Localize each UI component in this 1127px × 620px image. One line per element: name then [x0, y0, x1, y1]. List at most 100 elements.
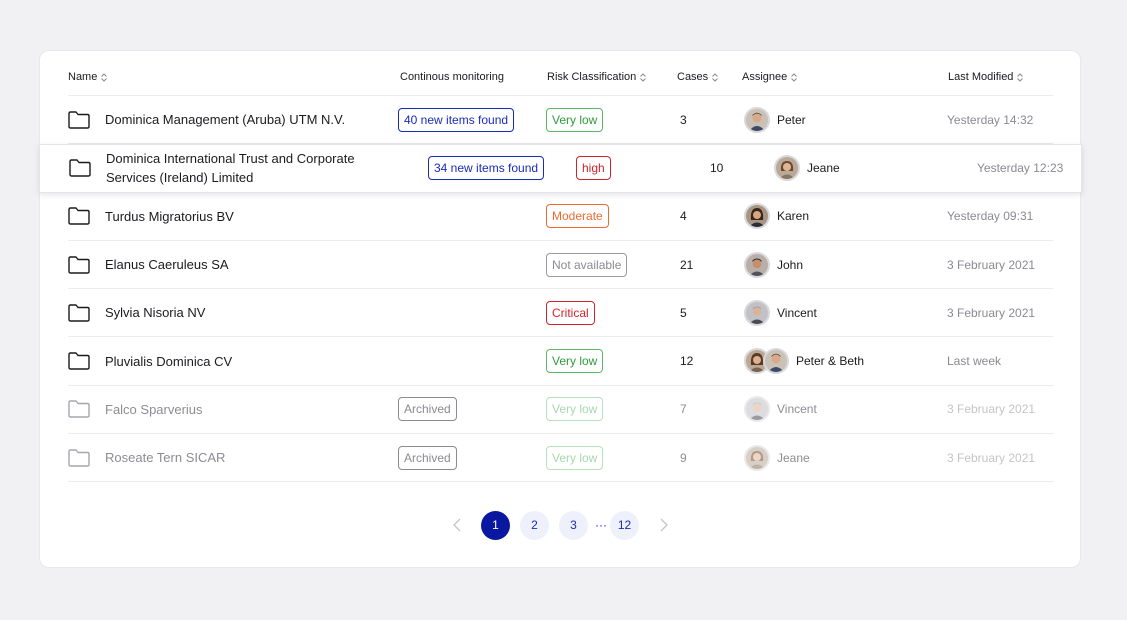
cases-table: Name Continous monitoring Risk Classific…: [39, 51, 1082, 483]
sort-icon[interactable]: [101, 72, 108, 82]
assignee-name: Karen: [777, 209, 810, 224]
last-modified: 3 February 2021: [947, 257, 1036, 272]
column-header-label: Last Modified: [948, 71, 1014, 83]
page-button-2[interactable]: 2: [520, 510, 549, 540]
risk-badge: Critical: [546, 300, 595, 325]
monitoring-badge[interactable]: 34 new items found: [428, 156, 545, 181]
sort-icon[interactable]: [640, 72, 647, 82]
table-row[interactable]: Turdus Migratorius BV Moderate 4 Karen Y…: [68, 193, 1053, 241]
archived-badge: Archived: [398, 397, 457, 422]
chevron-right-icon[interactable]: [649, 511, 678, 540]
column-header-assignee[interactable]: Assignee: [742, 71, 798, 83]
avatar: [744, 203, 770, 230]
page-button-1[interactable]: 1: [481, 510, 510, 540]
entity-name[interactable]: Turdus Migratorius BV: [105, 193, 395, 240]
column-header-cases[interactable]: Cases: [677, 71, 719, 83]
column-header-label: Risk Classification: [547, 71, 637, 83]
table-row[interactable]: Elanus Caeruleus SA Not available 21 Joh…: [68, 241, 1053, 290]
table-row[interactable]: Pluvialis Dominica CV Very low 12 Peter …: [68, 337, 1053, 386]
assignee-cell[interactable]: Karen: [744, 193, 809, 240]
entity-name[interactable]: Dominica Management (Aruba) UTM N.V.: [105, 96, 395, 143]
column-header-name[interactable]: Name: [68, 71, 108, 83]
column-header-monitoring: Continous monitoring: [400, 71, 504, 83]
last-modified: Yesterday 12:23: [977, 161, 1064, 176]
last-modified: 3 February 2021: [947, 305, 1036, 320]
monitoring-badge[interactable]: 40 new items found: [398, 107, 515, 132]
cases-count: 9: [680, 450, 687, 465]
entity-name[interactable]: Dominica International Trust and Corpora…: [106, 145, 396, 191]
risk-cell: Critical: [546, 289, 595, 336]
last-modified: 3 February 2021: [947, 450, 1036, 465]
assignee-cell[interactable]: Jeane: [744, 434, 810, 481]
avatar: [763, 348, 789, 375]
risk-badge: Very low: [546, 445, 604, 470]
cases-count: 21: [680, 257, 694, 272]
folder-icon: [68, 386, 92, 433]
cases-count: 4: [680, 209, 687, 224]
last-modified: 3 February 2021: [947, 402, 1036, 417]
pagination-ellipsis: ···: [595, 518, 607, 532]
assignee-cell[interactable]: Peter: [744, 96, 806, 143]
table-row[interactable]: Dominica Management (Aruba) UTM N.V. 40 …: [68, 96, 1053, 145]
assignee-name: Peter: [777, 112, 806, 127]
table-row-archived[interactable]: Falco Sparverius Archived Very low 7 Vin…: [68, 386, 1053, 435]
page-button-12[interactable]: 12: [610, 510, 639, 540]
risk-cell: Very low: [546, 96, 604, 143]
assignee-cell[interactable]: Peter & Beth: [744, 337, 864, 384]
assignee-cell[interactable]: Vincent: [744, 386, 817, 433]
entity-name[interactable]: Pluvialis Dominica CV: [105, 337, 395, 384]
monitoring-cell: 40 new items found: [398, 96, 515, 143]
assignee-name: Vincent: [777, 305, 817, 320]
avatar-group: [744, 348, 789, 375]
sort-icon[interactable]: [1017, 72, 1024, 82]
table-row[interactable]: Sylvia Nisoria NV Critical 5 Vincent 3 F…: [68, 289, 1053, 338]
folder-icon: [69, 145, 93, 191]
column-header-label: Assignee: [742, 71, 788, 83]
folder-icon: [68, 434, 92, 481]
column-header-risk[interactable]: Risk Classification: [547, 71, 647, 83]
table-row-archived[interactable]: Roseate Tern SICAR Archived Very low 9 J…: [68, 434, 1053, 483]
avatar: [744, 299, 770, 326]
chevron-left-icon[interactable]: [442, 511, 471, 540]
risk-cell: Very low: [546, 434, 604, 481]
risk-cell: high: [576, 145, 611, 191]
risk-cell: Not available: [546, 241, 628, 288]
last-modified: Last week: [947, 354, 1002, 369]
column-header-label: Continous monitoring: [400, 71, 504, 83]
risk-badge: Very low: [546, 107, 604, 132]
monitoring-cell: 34 new items found: [428, 145, 545, 191]
avatar: [744, 396, 770, 423]
sort-icon[interactable]: [791, 72, 798, 82]
entity-name[interactable]: Roseate Tern SICAR: [105, 434, 395, 481]
folder-icon: [68, 337, 92, 384]
entity-name[interactable]: Falco Sparverius: [105, 386, 395, 433]
risk-badge: Not available: [546, 252, 628, 277]
cases-count: 7: [680, 402, 687, 417]
column-header-modified[interactable]: Last Modified: [948, 71, 1024, 83]
risk-cell: Very low: [546, 386, 604, 433]
assignee-name: Vincent: [777, 402, 817, 417]
folder-icon: [68, 289, 92, 336]
assignee-cell[interactable]: Vincent: [744, 289, 817, 336]
table-row-hovered[interactable]: Dominica International Trust and Corpora…: [39, 144, 1082, 193]
avatar: [774, 155, 800, 182]
last-modified: Yesterday 14:32: [947, 112, 1034, 127]
risk-cell: Very low: [546, 337, 604, 384]
cases-table-card: Name Continous monitoring Risk Classific…: [39, 50, 1082, 568]
assignee-name: Peter & Beth: [796, 354, 865, 369]
assignee-cell[interactable]: Jeane: [774, 145, 840, 191]
sort-icon[interactable]: [712, 72, 719, 82]
avatar: [744, 251, 770, 278]
entity-name[interactable]: Elanus Caeruleus SA: [105, 241, 395, 288]
assignee-name: John: [777, 257, 804, 272]
column-header-label: Cases: [677, 71, 709, 83]
folder-icon: [68, 241, 92, 288]
risk-cell: Moderate: [546, 193, 609, 240]
page-button-3[interactable]: 3: [559, 510, 588, 540]
column-header-label: Name: [68, 71, 98, 83]
assignee-cell[interactable]: John: [744, 241, 803, 288]
entity-name[interactable]: Sylvia Nisoria NV: [105, 289, 395, 336]
last-modified: Yesterday 09:31: [947, 209, 1034, 224]
cases-count: 5: [680, 305, 687, 320]
assignee-name: Jeane: [777, 450, 810, 465]
